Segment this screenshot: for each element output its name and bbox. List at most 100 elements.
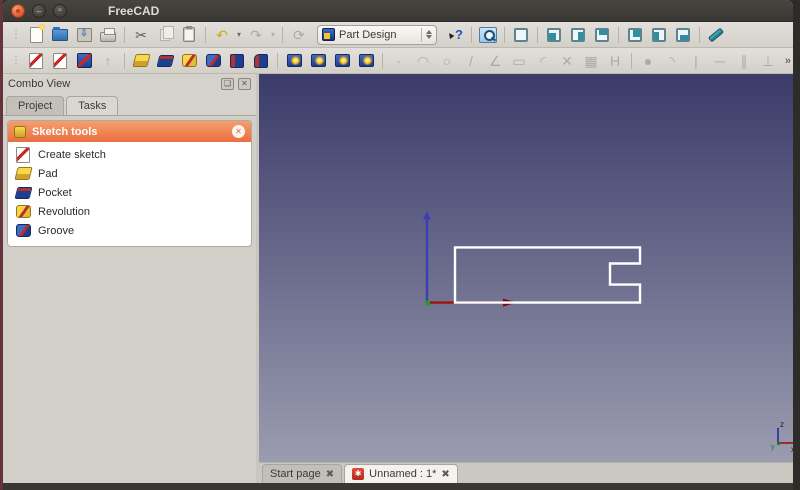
workbench-selector[interactable]: Part Design — [317, 25, 437, 45]
close-panel-icon[interactable]: ✕ — [238, 78, 251, 90]
task-item-pad[interactable]: Pad — [12, 164, 247, 183]
window-title: FreeCAD — [108, 4, 159, 18]
sketcher-symmetry-glyph: H — [610, 54, 620, 68]
window-minimize-button[interactable] — [32, 4, 46, 18]
copy-icon — [153, 24, 177, 46]
measure-distance-icon[interactable] — [704, 24, 728, 46]
document-tab-start-page[interactable]: Start page✖ — [262, 464, 342, 483]
multitransform-glyph — [359, 54, 374, 67]
view-left-icon[interactable] — [647, 24, 671, 46]
icon-glyph — [16, 224, 31, 237]
sketch-outline[interactable] — [455, 247, 640, 302]
window-close-button[interactable] — [11, 4, 25, 18]
pad-glyph — [132, 54, 150, 67]
document-tab-unnamed-1[interactable]: ✱Unnamed : 1*✖ — [344, 464, 458, 483]
sketcher-external-icon: ▦ — [579, 50, 603, 72]
task-item-create-sketch[interactable]: Create sketch — [12, 145, 247, 164]
sketcher-polyline-icon: ∠ — [483, 50, 507, 72]
save-document-glyph — [77, 28, 92, 42]
titlebar[interactable]: FreeCAD — [3, 0, 793, 22]
whats-this-icon[interactable] — [443, 24, 467, 46]
map-sketch-to-face-icon[interactable] — [72, 50, 96, 72]
tab-close-icon[interactable]: ✖ — [441, 469, 449, 480]
taskbox-close-icon[interactable]: ✕ — [232, 125, 245, 138]
groove-icon[interactable] — [201, 50, 225, 72]
constraint-perpendicular-icon: ⊥ — [756, 50, 780, 72]
tab-project[interactable]: Project — [6, 96, 64, 115]
chamfer-icon[interactable] — [249, 50, 273, 72]
viewport-canvas: z x y — [259, 74, 793, 462]
view-right-glyph — [571, 28, 585, 42]
icon-glyph — [16, 205, 31, 218]
toolbar-separator — [631, 53, 632, 69]
linear-pattern-icon[interactable] — [306, 50, 330, 72]
create-sketch-glyph — [29, 53, 43, 69]
fillet-icon[interactable] — [225, 50, 249, 72]
float-panel-icon[interactable]: ❏ — [221, 78, 234, 90]
main-area: Combo View ❏ ✕ ProjectTasks Sketch tools… — [3, 74, 793, 483]
tasks-tab-content: Sketch tools ✕ Create sketchPadPocketRev… — [3, 115, 256, 483]
fit-all-icon[interactable] — [476, 24, 500, 46]
undo-icon[interactable]: ↶ — [210, 24, 234, 46]
task-item-pocket[interactable]: Pocket — [12, 183, 247, 202]
save-document-icon[interactable] — [72, 24, 96, 46]
tab-close-icon[interactable]: ✖ — [326, 469, 334, 480]
copy-glyph — [160, 29, 170, 41]
redo-icon: ↷ — [244, 24, 268, 46]
sketcher-fillet-glyph: ◜ — [540, 54, 545, 68]
toolbar-separator — [277, 53, 278, 69]
sketcher-symmetry-icon: H — [603, 50, 627, 72]
mirrored-glyph — [287, 54, 302, 67]
create-sketch-icon[interactable] — [24, 50, 48, 72]
pad-icon[interactable] — [129, 50, 153, 72]
tab-tasks[interactable]: Tasks — [66, 96, 118, 115]
toolbar-separator — [124, 27, 125, 43]
sketcher-point-icon: · — [387, 50, 411, 72]
sketcher-arc-glyph: ◠ — [417, 54, 429, 68]
view-top-icon[interactable] — [590, 24, 614, 46]
combo-view-header: Combo View ❏ ✕ — [3, 74, 256, 94]
window-maximize-button[interactable] — [53, 4, 67, 18]
view-rear-icon[interactable] — [623, 24, 647, 46]
z-axis-arrow — [423, 211, 431, 219]
groove-icon — [14, 224, 32, 237]
open-document-icon[interactable] — [48, 24, 72, 46]
toolbar-separator — [205, 27, 206, 43]
workbench-selected-value: Part Design — [339, 29, 417, 41]
view-right-icon[interactable] — [566, 24, 590, 46]
toolbar-separator — [471, 27, 472, 43]
polar-pattern-icon[interactable] — [330, 50, 354, 72]
toolbar-overflow-icon[interactable]: » — [785, 55, 791, 67]
reorient-sketch-icon: ↑ — [96, 50, 120, 72]
print-icon[interactable] — [96, 24, 120, 46]
undo-history-caret-icon[interactable]: ▾ — [234, 30, 244, 39]
sketcher-polyline-glyph: ∠ — [489, 54, 502, 68]
3d-viewport[interactable]: z x y — [259, 74, 793, 462]
svg-text:y: y — [771, 444, 775, 451]
measure-distance-glyph — [708, 27, 724, 42]
constraint-perpendicular-glyph: ⊥ — [762, 54, 774, 68]
cut-icon[interactable]: ✂ — [129, 24, 153, 46]
task-item-groove[interactable]: Groove — [12, 221, 247, 240]
view-bottom-icon[interactable] — [671, 24, 695, 46]
sketcher-circle-icon: ○ — [435, 50, 459, 72]
refresh-icon: ⟳ — [287, 24, 311, 46]
new-document-icon[interactable] — [24, 24, 48, 46]
view-axonometric-icon[interactable] — [509, 24, 533, 46]
multitransform-icon[interactable] — [354, 50, 378, 72]
toolbar-separator — [537, 27, 538, 43]
view-front-icon[interactable] — [542, 24, 566, 46]
pocket-icon[interactable] — [153, 50, 177, 72]
whats-this-glyph — [445, 26, 465, 44]
bottom-edge-strip — [3, 483, 800, 490]
groove-glyph — [206, 54, 221, 67]
combo-spinner-icon[interactable] — [421, 28, 432, 42]
mirrored-icon[interactable] — [282, 50, 306, 72]
task-item-revolution[interactable]: Revolution — [12, 202, 247, 221]
paste-icon[interactable] — [177, 24, 201, 46]
mdi-tab-bar: Start page✖✱Unnamed : 1*✖ — [259, 462, 793, 483]
open-document-glyph — [52, 29, 68, 41]
map-sketch-to-face-glyph — [77, 53, 92, 68]
freecad-window: FreeCAD ✂↶▾↷▾⟳Part Design ↑·◠○/∠▭◜✕▦H●◝|… — [3, 0, 793, 483]
revolution-icon[interactable] — [177, 50, 201, 72]
